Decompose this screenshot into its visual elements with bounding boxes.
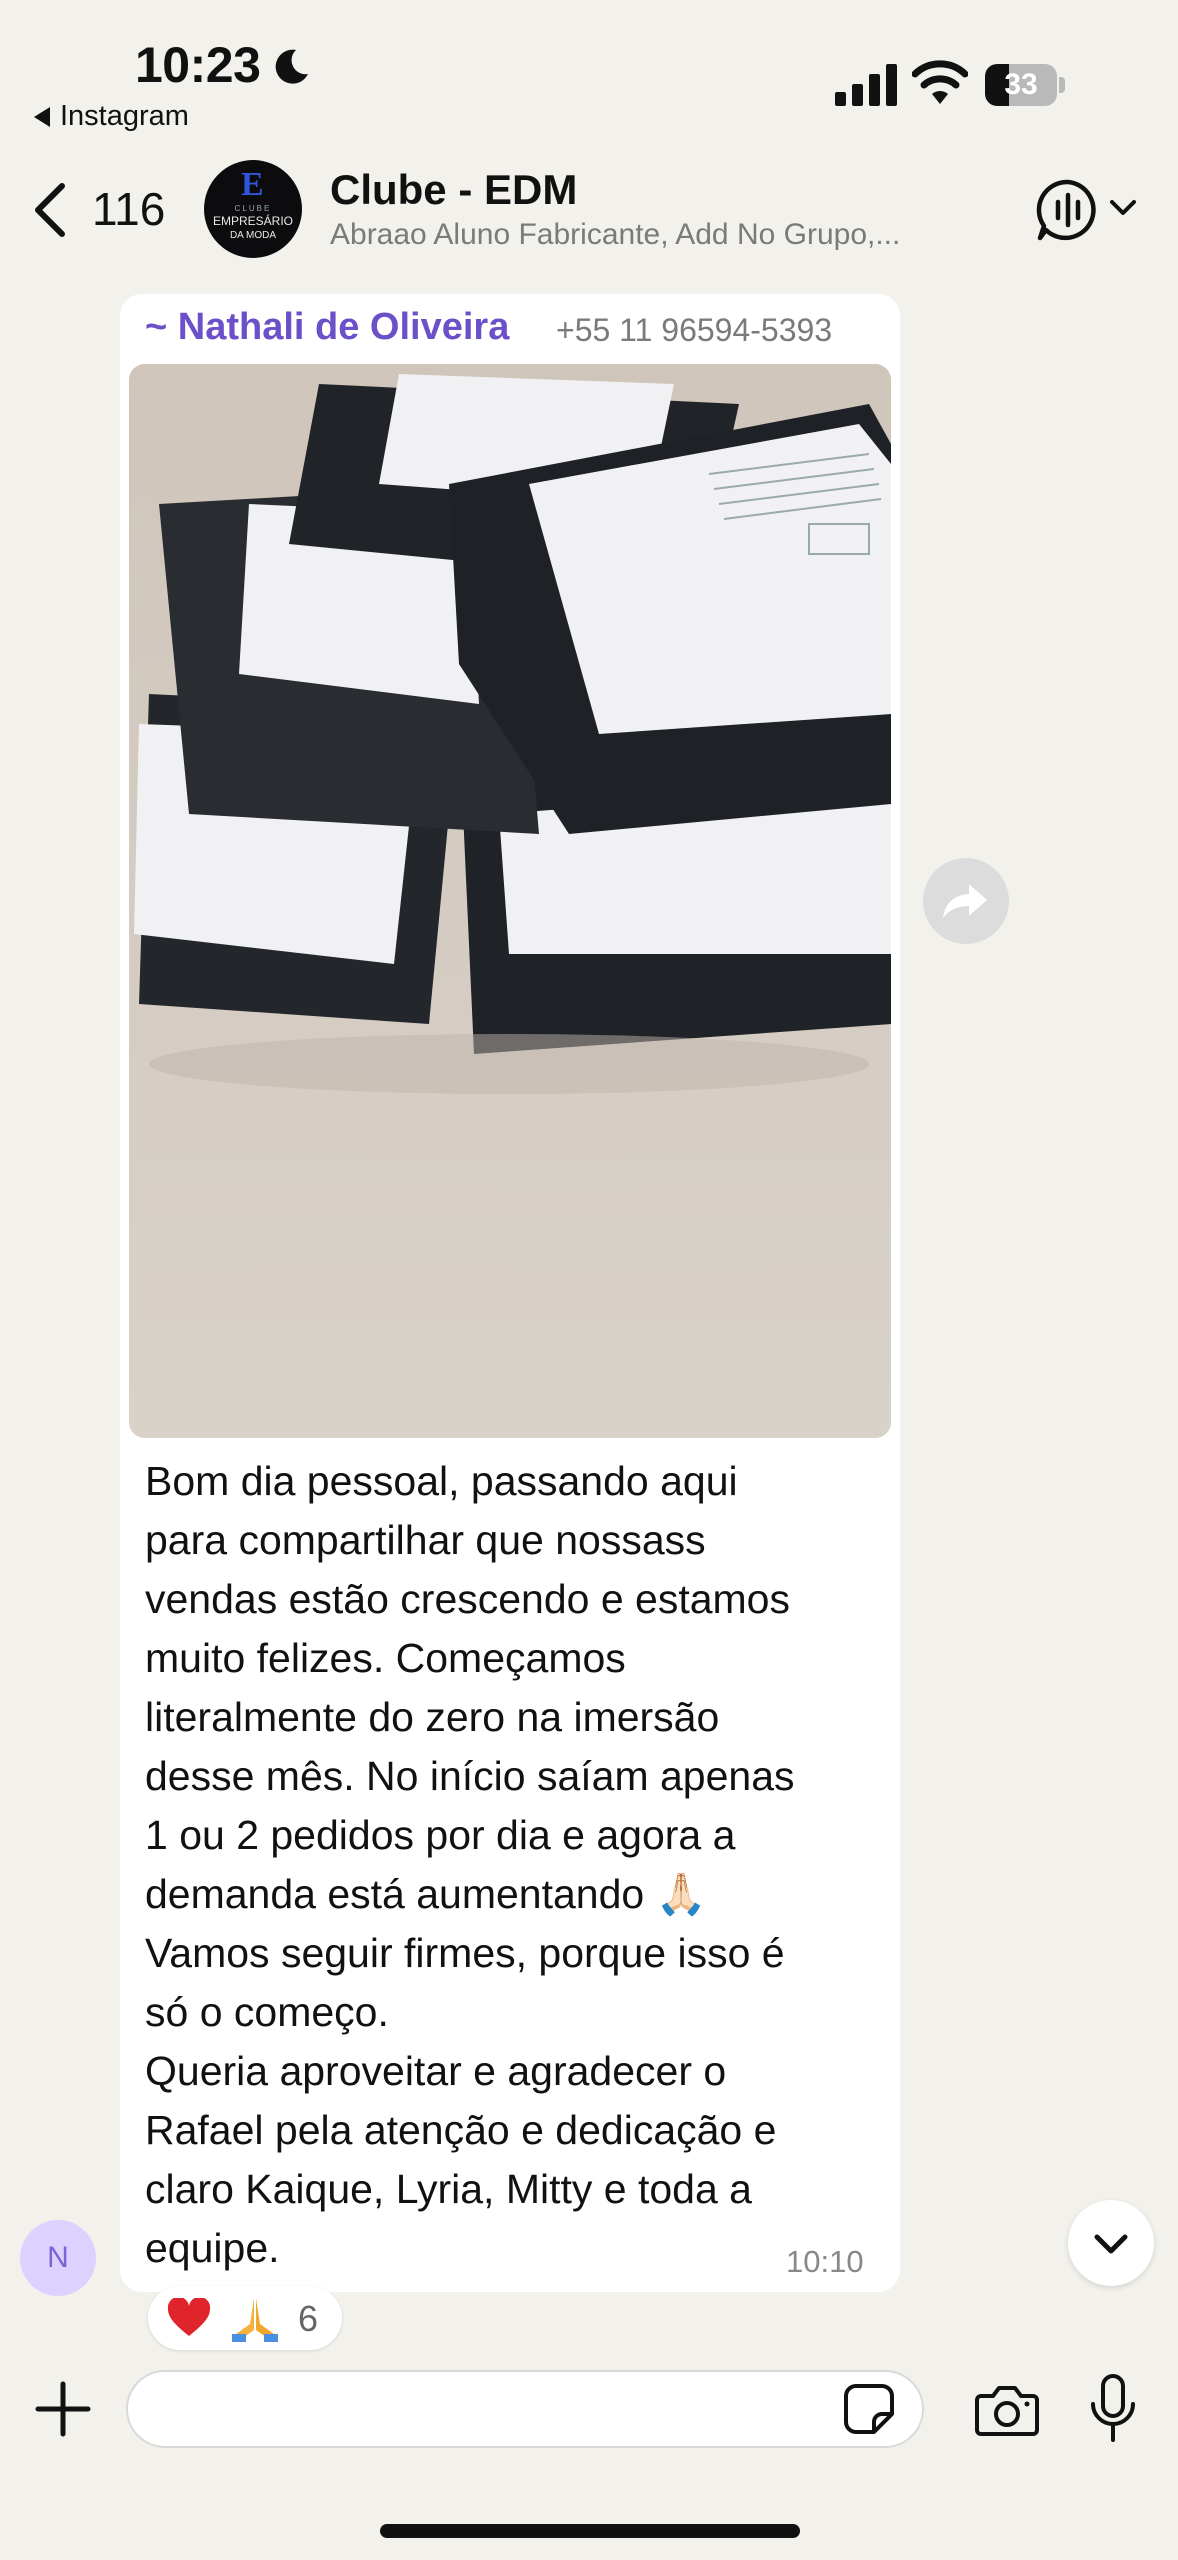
message-time: 10:10 [786, 2244, 864, 2279]
back-button[interactable] [30, 180, 70, 240]
message-text: Bom dia pessoal, passando aqui para comp… [145, 1458, 795, 2271]
group-title[interactable]: Clube - EDM [330, 166, 577, 214]
scroll-down-button[interactable] [1068, 2200, 1154, 2286]
battery-percent: 33 [1004, 68, 1038, 101]
sender-name[interactable]: ~ Nathali de Oliveira [145, 306, 509, 349]
message-input[interactable] [126, 2370, 924, 2448]
reaction-count: 6 [298, 2298, 319, 2339]
home-indicator[interactable] [380, 2524, 800, 2538]
plus-icon[interactable] [34, 2380, 92, 2438]
back-app-label: Instagram [60, 100, 189, 132]
reactions-pill[interactable]: 6 [148, 2286, 342, 2350]
chevron-down-icon [1094, 2234, 1128, 2254]
back-triangle-icon [34, 106, 50, 127]
status-time: 10:23 [135, 37, 261, 93]
cellular-signal-icon [835, 64, 897, 106]
sticker-icon[interactable] [842, 2382, 896, 2436]
group-avatar[interactable]: E CLUBE EMPRESÁRIO DA MODA [204, 160, 302, 258]
forward-button[interactable] [923, 858, 1009, 944]
chevron-down-icon[interactable] [1108, 196, 1138, 220]
camera-icon[interactable] [975, 2382, 1039, 2438]
wifi-icon [912, 60, 968, 104]
message-photo[interactable] [129, 364, 891, 1438]
audio-call-icon[interactable] [1036, 178, 1100, 242]
back-to-app-link[interactable]: Instagram [34, 100, 189, 133]
heart-reaction-icon [167, 2298, 211, 2336]
microphone-icon[interactable] [1089, 2374, 1137, 2446]
group-members[interactable]: Abraao Aluno Fabricante, Add No Grupo,..… [330, 218, 900, 252]
message-input-field[interactable] [156, 2384, 840, 2436]
sender-avatar[interactable]: N [20, 2220, 96, 2296]
battery-icon: 33 [985, 64, 1067, 106]
unread-count[interactable]: 116 [92, 182, 165, 236]
praying-hands-reaction-icon [232, 2298, 278, 2342]
sender-phone: +55 11 96594-5393 [556, 312, 833, 348]
forward-icon [943, 884, 987, 918]
moon-icon [275, 49, 308, 84]
